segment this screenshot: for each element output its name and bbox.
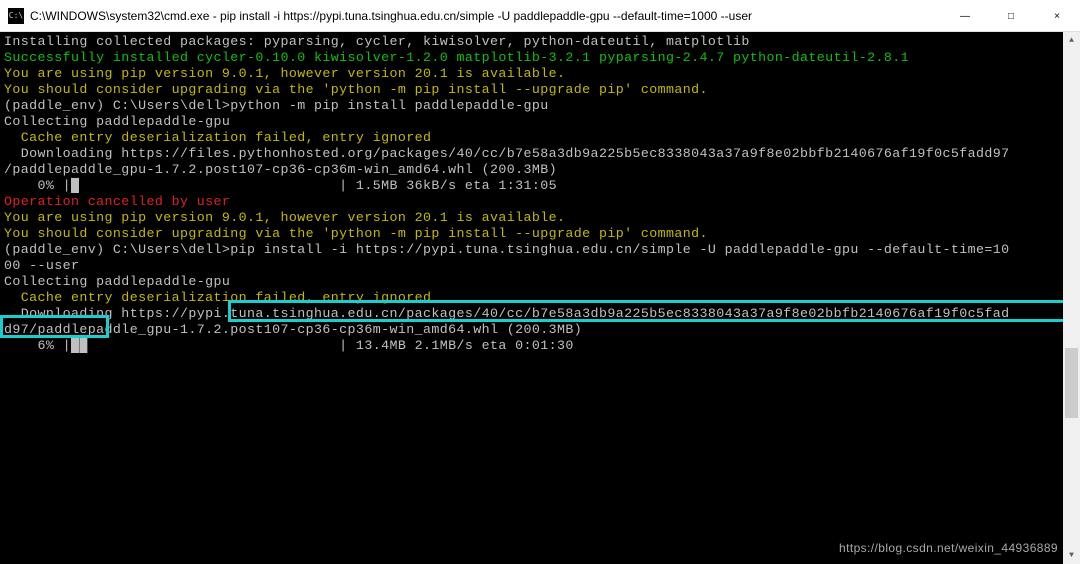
output-line: Collecting paddlepaddle-gpu [4,274,1076,290]
cache-warning: Cache entry deserialization failed, entr… [4,290,1076,306]
minimize-button[interactable]: — [942,0,988,32]
output-line: Installing collected packages: pyparsing… [4,34,1076,50]
progress-line: 6% |██ | 13.4MB 2.1MB/s eta 0:01:30 [4,338,1076,354]
error-line: Operation cancelled by user [4,194,1076,210]
cmd-icon: C:\ [8,8,24,24]
prompt-line: 00 --user [4,258,1076,274]
prompt-line: (paddle_env) C:\Users\dell>pip install -… [4,242,1076,258]
terminal-output[interactable]: Installing collected packages: pyparsing… [0,32,1080,564]
progress-line: 0% |█ | 1.5MB 36kB/s eta 1:31:05 [4,178,1076,194]
maximize-button[interactable]: □ [988,0,1034,32]
scroll-up-icon[interactable]: ▲ [1063,32,1080,49]
cache-warning: Cache entry deserialization failed, entr… [4,130,1076,146]
scrollbar-track[interactable] [1063,49,1080,547]
prompt-line: (paddle_env) C:\Users\dell>python -m pip… [4,98,1076,114]
titlebar[interactable]: C:\ C:\WINDOWS\system32\cmd.exe - pip in… [0,0,1080,32]
window-controls: — □ × [942,0,1080,31]
cmd-window: C:\ C:\WINDOWS\system32\cmd.exe - pip in… [0,0,1080,564]
scrollbar-thumb[interactable] [1065,348,1078,418]
close-button[interactable]: × [1034,0,1080,32]
output-line: Successfully installed cycler-0.10.0 kiw… [4,50,1076,66]
download-line: Downloading https://files.pythonhosted.o… [4,146,1076,162]
download-line: d97/paddlepaddle_gpu-1.7.2.post107-cp36-… [4,322,1076,338]
pip-warning: You should consider upgrading via the 'p… [4,82,1076,98]
watermark-text: https://blog.csdn.net/weixin_44936889 [839,540,1058,556]
scroll-down-icon[interactable]: ▼ [1063,547,1080,564]
window-title: C:\WINDOWS\system32\cmd.exe - pip instal… [30,9,942,23]
pip-warning: You are using pip version 9.0.1, however… [4,66,1076,82]
download-line: Downloading https://pypi.tuna.tsinghua.e… [4,306,1076,322]
download-line: /paddlepaddle_gpu-1.7.2.post107-cp36-cp3… [4,162,1076,178]
vertical-scrollbar[interactable]: ▲ ▼ [1063,32,1080,564]
output-line: Collecting paddlepaddle-gpu [4,114,1076,130]
pip-warning: You are using pip version 9.0.1, however… [4,210,1076,226]
pip-warning: You should consider upgrading via the 'p… [4,226,1076,242]
